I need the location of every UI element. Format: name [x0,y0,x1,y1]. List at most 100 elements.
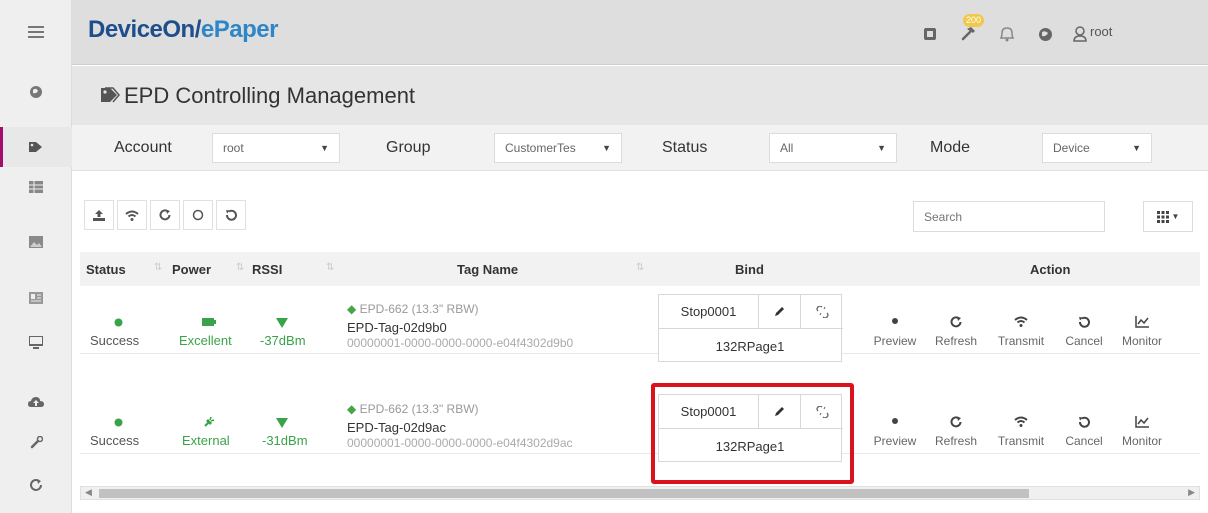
bell-icon [999,27,1015,42]
power-text: Excellent [179,333,232,348]
monitor-icon [29,335,43,349]
scroll-left-icon[interactable]: ◀ [85,487,92,498]
bind-page-button[interactable]: 132RPage1 [659,429,841,463]
column-power[interactable]: Power [172,262,211,277]
tag-model: ◆ EPD-662 (13.3" RBW) [347,302,479,316]
scroll-right-icon[interactable]: ▶ [1188,487,1195,498]
user-name[interactable]: root [1090,24,1112,39]
table-row: Success Excellent -37dBm ◆ EPD-662 (13.3… [80,290,1200,362]
group-select[interactable]: CustomerTes ▼ [494,133,622,163]
account-select[interactable]: root ▼ [212,133,340,163]
refresh-all-button[interactable] [150,200,180,230]
table-row: Success External -31dBm ◆ EPD-662 (13.3"… [80,390,1200,462]
bind-name-button[interactable]: Stop0001 [659,295,759,329]
eye-icon [892,418,898,424]
sidebar-item-cloud[interactable] [0,382,72,422]
brand-logo[interactable]: DeviceOn/ePaper [88,16,278,44]
hamburger-icon [28,26,44,38]
filter-bar: Account root ▼ Group CustomerTes ▼ Status … [72,125,1208,171]
id-card-icon [29,292,43,304]
pencil-icon [775,307,784,316]
signal-icon [276,418,288,428]
language-button[interactable] [1033,22,1057,46]
caret-down-icon: ▼ [877,143,886,153]
sidebar-item-tools[interactable] [0,422,72,462]
battery-full-icon [202,318,216,326]
sidebar-item-images[interactable] [0,222,72,262]
scrollbar-thumb[interactable] [99,489,1029,498]
transmit-button[interactable]: Transmit [989,416,1053,448]
column-tag-name[interactable]: Tag Name [457,262,518,277]
cancel-all-button[interactable] [216,200,246,230]
transmit-label: Transmit [997,434,1045,448]
sidebar [0,0,72,513]
monitor-button[interactable]: Monitor [1110,416,1174,448]
preview-button[interactable]: Preview [863,316,927,348]
grid-icon [1156,210,1169,223]
select-button[interactable] [183,200,213,230]
page-header: EPD Controlling Management [72,66,1208,125]
plug-icon [204,416,215,427]
cancel-button[interactable]: Cancel [1052,416,1116,448]
group-value: CustomerTes [505,141,576,155]
refresh-icon [950,316,962,328]
upload-button[interactable] [84,200,114,230]
upload-icon [93,210,105,221]
refresh-label: Refresh [934,334,978,348]
sidebar-item-sync[interactable] [0,465,72,505]
refresh-button[interactable]: Refresh [924,416,988,448]
tags-icon [29,142,42,152]
edit-bind-button[interactable] [759,295,801,329]
bind-page-button[interactable]: 132RPage1 [659,329,841,363]
refresh-button[interactable]: Refresh [924,316,988,348]
refresh-label: Refresh [934,434,978,448]
transmit-all-button[interactable] [117,200,147,230]
column-rssi[interactable]: RSSI [252,262,282,277]
column-status[interactable]: Status [86,262,126,277]
sort-icon: ⇅ [154,262,163,273]
group-label: Group [386,139,431,156]
bind-group: Stop0001 132RPage1 [658,394,843,463]
sidebar-item-templates[interactable] [0,278,72,318]
tag-uid: 00000001-0000-0000-0000-e04f4302d9ac [347,436,573,450]
notifications-button[interactable] [995,22,1019,46]
column-action: Action [1030,262,1071,277]
pencil-icon [775,407,784,416]
tag-model-text: EPD-662 (13.3" RBW) [359,302,479,316]
rssi-text: -31dBm [262,433,308,448]
sidebar-item-devices[interactable] [0,322,72,362]
signal-icon [276,318,288,328]
tag-table-panel: ▼ Status ⇅ Power ⇅ RSSI ⇅ Tag Name ⇅ Bin… [80,180,1200,490]
status-select[interactable]: All ▼ [769,133,897,163]
wifi-icon [125,210,139,221]
transmit-button[interactable]: Transmit [989,316,1053,348]
preview-button[interactable]: Preview [863,416,927,448]
monitor-button[interactable]: Monitor [1110,316,1174,348]
cancel-button[interactable]: Cancel [1052,316,1116,348]
menu-toggle-button[interactable] [0,12,72,52]
search-input[interactable] [913,201,1105,232]
unbind-button[interactable] [801,395,843,429]
stop-button[interactable] [918,22,942,46]
sidebar-item-table[interactable] [0,167,72,207]
table-icon [29,181,43,193]
user-menu-button[interactable] [1068,22,1092,46]
mode-select[interactable]: Device ▼ [1042,133,1152,163]
sidebar-item-dashboard[interactable] [0,72,72,112]
wrench-icon [30,435,43,448]
edit-bind-button[interactable] [759,395,801,429]
status-dot-icon [114,318,123,327]
horizontal-scrollbar[interactable]: ◀ ▶ [80,486,1200,500]
status-text: Success [90,333,140,348]
status-label: Status [662,139,708,156]
caret-down-icon: ▼ [320,143,329,153]
sidebar-item-epd-control[interactable] [0,127,72,167]
unbind-button[interactable] [801,295,843,329]
wifi-icon [1014,416,1028,427]
cloud-upload-icon [28,397,44,407]
columns-toggle-button[interactable]: ▼ [1143,201,1193,232]
tag-model: ◆ EPD-662 (13.3" RBW) [347,402,479,416]
line-chart-icon [1135,416,1149,428]
bind-name-button[interactable]: Stop0001 [659,395,759,429]
tag-uid: 00000001-0000-0000-0000-e04f4302d9b0 [347,336,574,350]
